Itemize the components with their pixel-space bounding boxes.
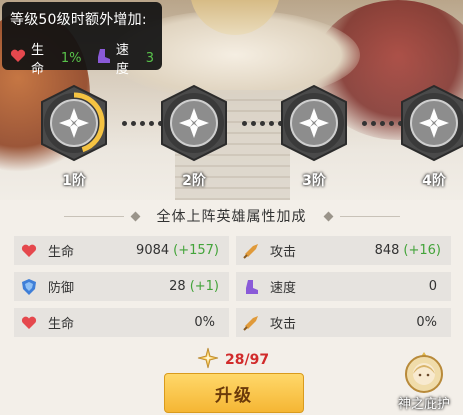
stat-label: 攻击 [270, 245, 297, 260]
heart-icon [20, 242, 38, 260]
heart-icon [10, 49, 26, 67]
tooltip-stats: 生命 1% 速度 3 [10, 39, 154, 77]
tooltip-stat1-value: 1% [60, 50, 82, 66]
stage-node-1[interactable] [35, 84, 113, 162]
stat-value: 0% [416, 315, 437, 330]
heart-icon [20, 314, 38, 332]
stat-value: 0% [194, 315, 215, 330]
sword-icon [242, 314, 260, 332]
stat-cell-attack-percent: 攻击 0% [236, 308, 451, 337]
upgrade-cost: 28/97 [197, 347, 269, 373]
tooltip-stat2-label: 速度 [115, 43, 129, 77]
stat-label: 防御 [48, 281, 75, 296]
stage-node-4[interactable] [395, 84, 463, 162]
sword-icon [242, 242, 260, 260]
boot-icon [242, 278, 260, 296]
stat-value: 0 [428, 279, 437, 294]
stage-label-4: 4阶 [422, 173, 446, 189]
diamond-icon [130, 211, 140, 221]
boot-icon [95, 48, 111, 68]
divine-shelter-button[interactable]: 神之庇护 [388, 350, 460, 412]
sparkle-crystal-icon [197, 347, 219, 373]
level-bonus-tooltip: 等级50级时额外增加: 生命 1% 速度 3 [2, 2, 162, 77]
stat-grid: 生命 9084 (+157) 攻击 848 (+16) 防御 28 (+1) 速… [14, 236, 451, 344]
stat-label: 速度 [270, 281, 297, 296]
stat-bonus: (+1) [189, 279, 219, 294]
shield-icon [20, 278, 38, 296]
stat-value: 28 [169, 279, 186, 294]
stage-node-2[interactable] [155, 84, 233, 162]
stat-bonus: (+157) [173, 243, 219, 258]
stat-label: 攻击 [270, 317, 297, 332]
stat-label: 生命 [48, 317, 75, 332]
stat-cell-speed: 速度 0 [236, 272, 451, 301]
tooltip-title: 等级50级时额外增加: [10, 12, 147, 28]
stat-cell-attack: 攻击 848 (+16) [236, 236, 451, 265]
cost-value: 28/97 [225, 352, 270, 368]
divine-shelter-label: 神之庇护 [397, 397, 450, 412]
stat-bonus: (+16) [403, 243, 441, 258]
tooltip-stat2-value: 3 [145, 50, 154, 66]
stat-value: 9084 [136, 243, 170, 258]
stage-label-3: 3阶 [302, 173, 326, 189]
section-header: 全体上阵英雄属性加成 [0, 206, 463, 226]
upgrade-button-label: 升级 [215, 385, 253, 406]
stat-label: 生命 [48, 245, 75, 260]
stat-cell-hp-percent: 生命 0% [14, 308, 229, 337]
stage-node-3[interactable] [275, 84, 353, 162]
tooltip-stat1-label: 生命 [31, 43, 45, 77]
diamond-icon [323, 211, 333, 221]
stage-label-1: 1阶 [62, 173, 86, 189]
upgrade-button[interactable]: 升级 [164, 373, 304, 413]
stat-cell-defense: 防御 28 (+1) [14, 272, 229, 301]
section-title: 全体上阵英雄属性加成 [156, 209, 307, 225]
stat-cell-hp: 生命 9084 (+157) [14, 236, 229, 265]
stat-value: 848 [374, 243, 400, 258]
stage-label-2: 2阶 [182, 173, 206, 189]
